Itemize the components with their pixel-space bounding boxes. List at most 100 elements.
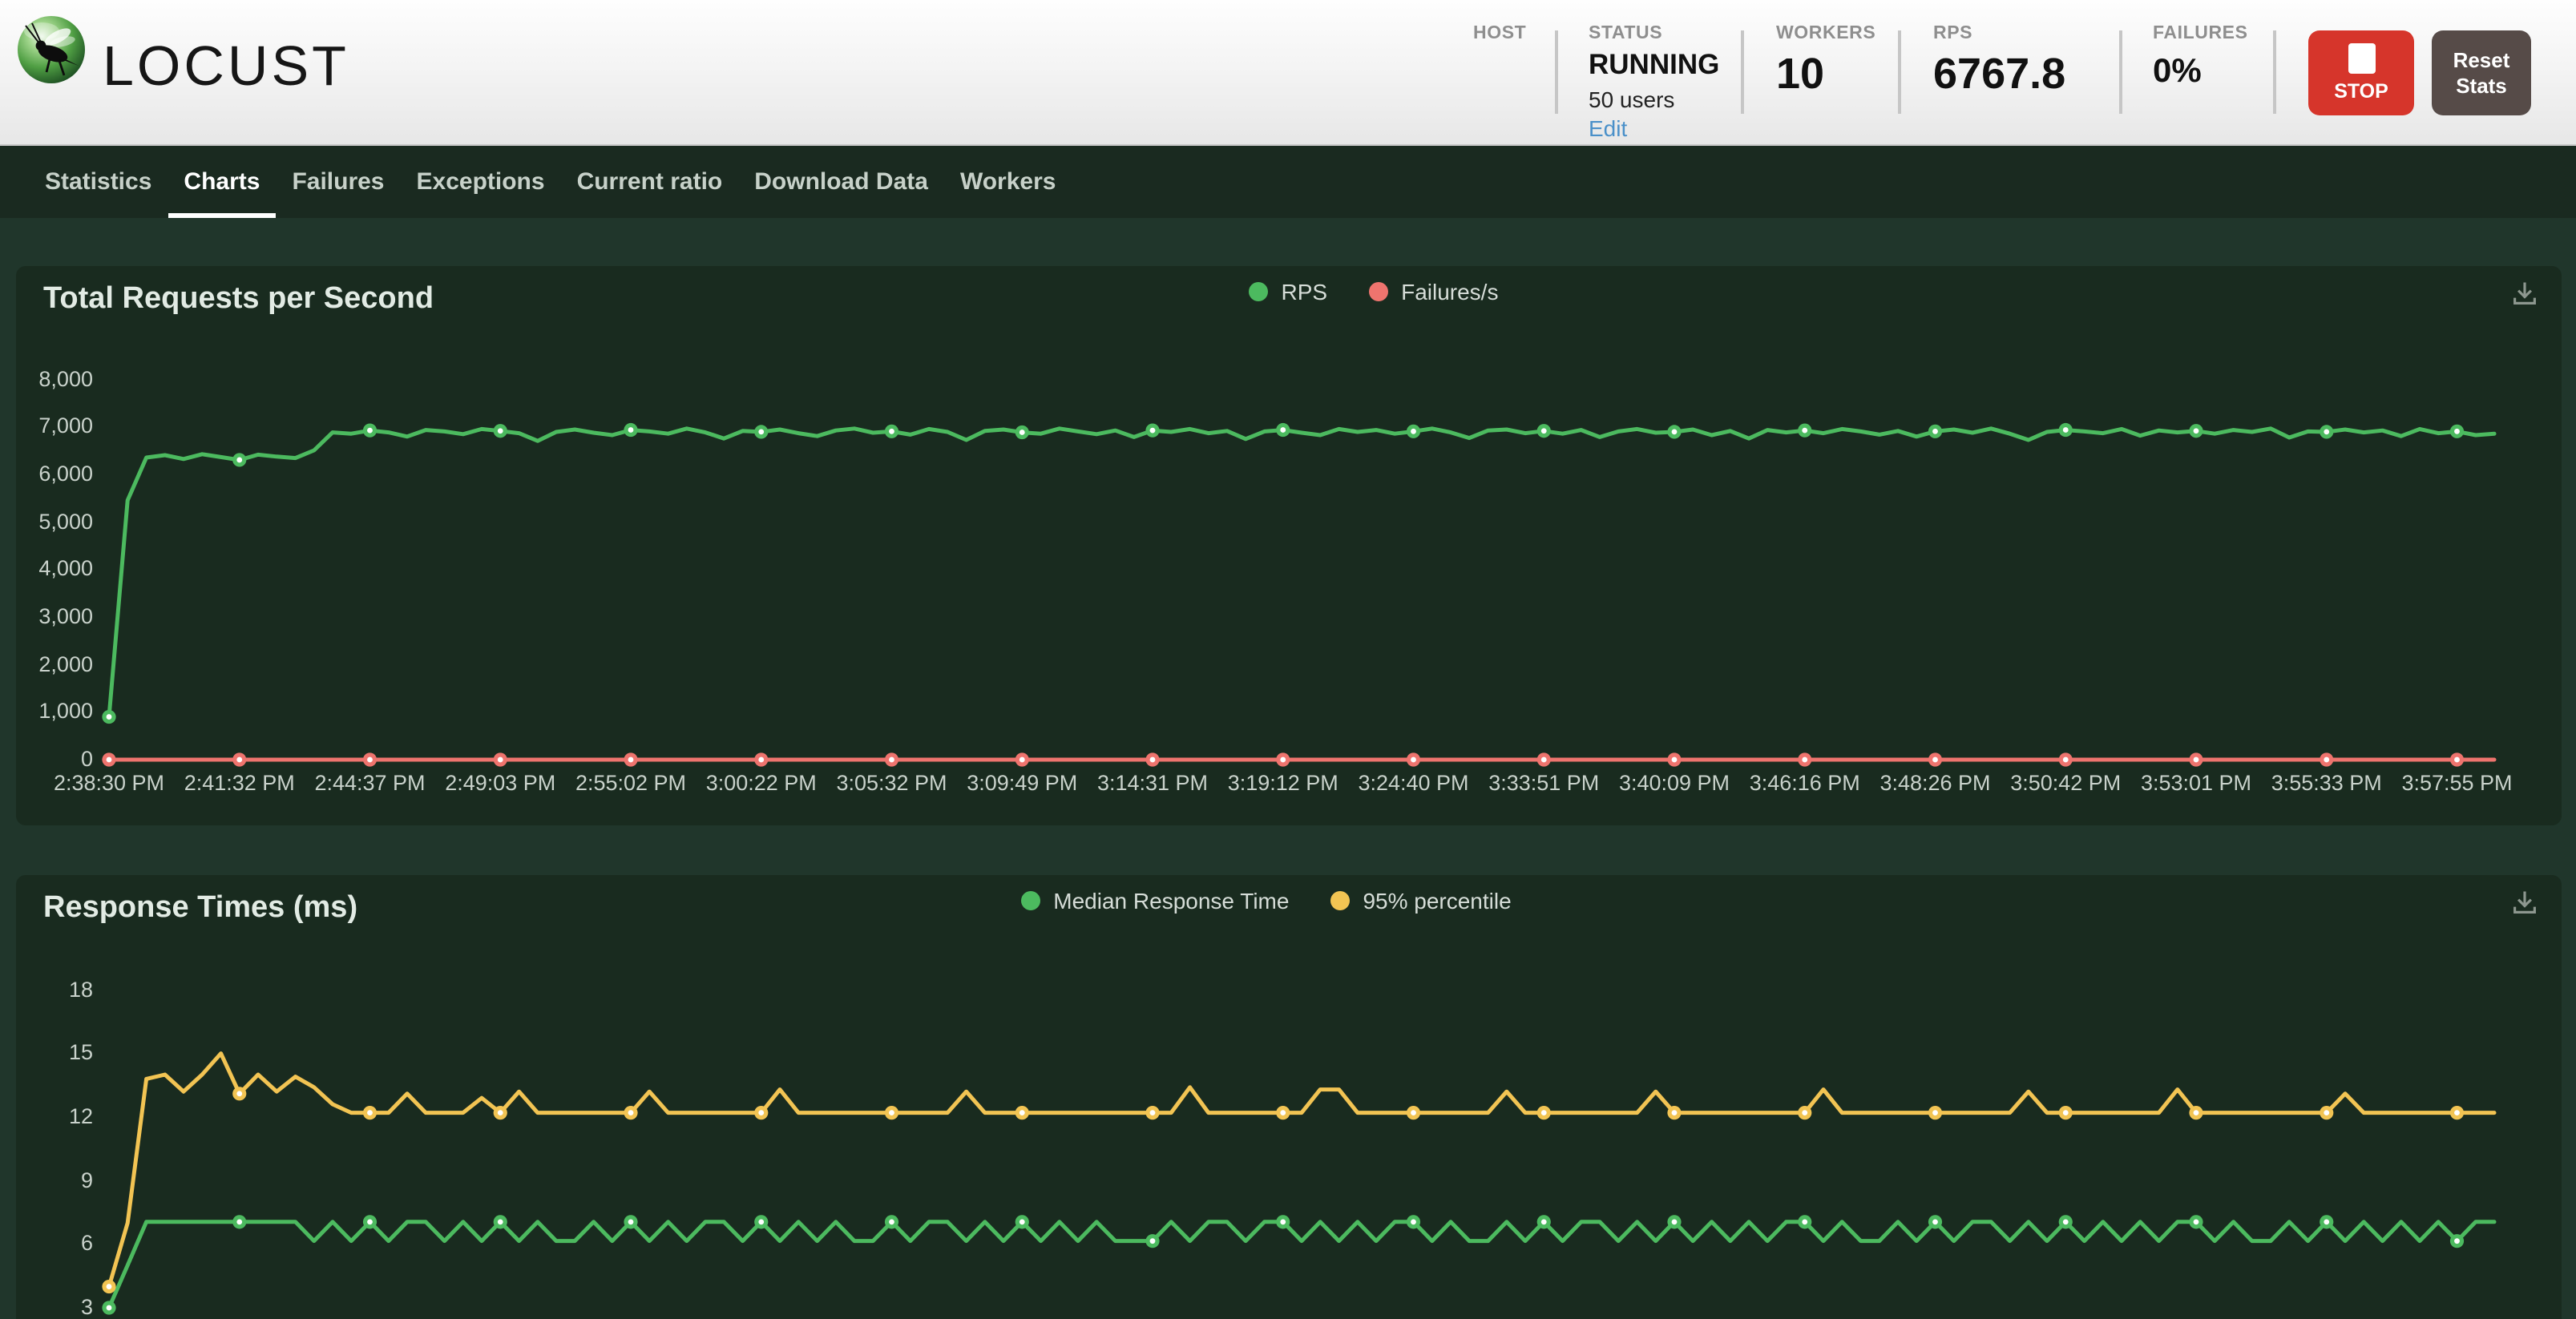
- tab-statistics[interactable]: Statistics: [29, 146, 168, 218]
- data-point-marker-center: [107, 1305, 112, 1311]
- stat-workers: WORKERS 10: [1776, 24, 1875, 99]
- failures-label: FAILURES: [2153, 24, 2248, 43]
- data-point-marker-center: [1932, 757, 1938, 763]
- data-point-marker-center: [1802, 428, 1807, 434]
- data-point-marker-center: [2454, 757, 2460, 763]
- data-point-marker-center: [628, 427, 634, 433]
- data-point-marker-center: [1932, 1219, 1938, 1224]
- data-point-marker-center: [236, 1219, 242, 1224]
- data-point-marker-center: [628, 1110, 634, 1115]
- data-point-marker-center: [2194, 1219, 2199, 1224]
- data-point-marker-center: [1541, 1110, 1547, 1115]
- data-point-marker-center: [498, 428, 503, 434]
- data-point-marker-center: [1150, 428, 1156, 434]
- data-point-marker-center: [1411, 1219, 1416, 1224]
- data-point-marker-center: [498, 1110, 503, 1115]
- tab-charts[interactable]: Charts: [168, 146, 276, 218]
- chart-canvas[interactable]: [16, 875, 2562, 1319]
- data-point-marker-center: [367, 1219, 373, 1224]
- data-point-marker-center: [2063, 1219, 2069, 1224]
- data-point-marker-center: [1150, 757, 1156, 763]
- data-point-marker-center: [1411, 1110, 1416, 1115]
- data-point-marker-center: [236, 1091, 242, 1096]
- chart-card-response-times: Response Times (ms) Median Response Time…: [16, 875, 2562, 1319]
- series-line-median-response-time: [109, 1222, 2494, 1308]
- data-point-marker-center: [1280, 1110, 1286, 1115]
- tab-workers[interactable]: Workers: [944, 146, 1072, 218]
- data-point-marker-center: [1019, 1219, 1025, 1224]
- data-point-marker-center: [889, 429, 894, 434]
- data-point-marker-center: [107, 757, 112, 763]
- stop-button[interactable]: STOP: [2308, 30, 2414, 115]
- edit-users-link[interactable]: Edit: [1589, 115, 1719, 141]
- data-point-marker-center: [889, 1110, 894, 1115]
- data-point-marker-center: [236, 757, 242, 763]
- tab-current-ratio[interactable]: Current ratio: [561, 146, 739, 218]
- data-point-marker-center: [1411, 429, 1416, 434]
- header-divider: [1741, 30, 1744, 114]
- reset-stats-label: Reset Stats: [2453, 48, 2510, 97]
- data-point-marker-center: [367, 428, 373, 434]
- locust-logo-icon: [18, 16, 85, 83]
- data-point-marker-center: [1150, 1238, 1156, 1244]
- series-line-rps: [109, 429, 2494, 717]
- chart-canvas[interactable]: [16, 266, 2562, 825]
- data-point-marker-center: [758, 430, 764, 435]
- data-point-marker-center: [1802, 1110, 1807, 1115]
- failures-value: 0%: [2153, 53, 2248, 91]
- data-point-marker-center: [2454, 429, 2460, 434]
- tab-failures[interactable]: Failures: [276, 146, 400, 218]
- data-point-marker-center: [758, 1219, 764, 1224]
- data-point-marker-center: [1672, 1110, 1678, 1115]
- tab-exceptions[interactable]: Exceptions: [401, 146, 561, 218]
- data-point-marker-center: [367, 757, 373, 763]
- data-point-marker-center: [2063, 427, 2069, 433]
- data-point-marker-center: [1280, 757, 1286, 763]
- data-point-marker-center: [1541, 757, 1547, 763]
- stat-status: STATUS RUNNING 50 users Edit: [1589, 24, 1719, 141]
- stop-icon: [2348, 43, 2375, 74]
- data-point-marker-center: [236, 458, 242, 463]
- data-point-marker-center: [1019, 757, 1025, 763]
- data-point-marker-center: [2194, 1110, 2199, 1115]
- data-point-marker-center: [498, 1219, 503, 1224]
- data-point-marker-center: [1280, 427, 1286, 433]
- tab-download-data[interactable]: Download Data: [738, 146, 944, 218]
- data-point-marker-center: [628, 757, 634, 763]
- locust-web-ui: LOCUST HOST STATUS RUNNING 50 users Edit…: [0, 0, 2576, 1319]
- data-point-marker-center: [2324, 1219, 2329, 1224]
- data-point-marker-center: [1802, 1219, 1807, 1224]
- workers-value: 10: [1776, 50, 1875, 99]
- data-point-marker-center: [1672, 430, 1678, 435]
- status-value: RUNNING: [1589, 48, 1719, 82]
- data-point-marker-center: [1150, 1110, 1156, 1115]
- data-point-marker-center: [2454, 1238, 2460, 1244]
- logo-wordmark: LOCUST: [103, 35, 349, 99]
- data-point-marker-center: [1672, 757, 1678, 763]
- header-divider: [2273, 30, 2276, 114]
- data-point-marker-center: [2194, 757, 2199, 763]
- data-point-marker-center: [758, 1110, 764, 1115]
- main-nav: StatisticsChartsFailuresExceptionsCurren…: [0, 146, 2576, 218]
- data-point-marker-center: [1411, 757, 1416, 763]
- data-point-marker-center: [628, 1219, 634, 1224]
- data-point-marker-center: [2063, 757, 2069, 763]
- stat-host: HOST: [1473, 24, 1526, 43]
- rps-value: 6767.8: [1933, 50, 2065, 99]
- data-point-marker-center: [1932, 1110, 1938, 1115]
- data-point-marker-center: [1932, 429, 1938, 434]
- workers-label: WORKERS: [1776, 24, 1875, 43]
- data-point-marker-center: [2194, 428, 2199, 434]
- data-point-marker-center: [1280, 1219, 1286, 1224]
- data-point-marker-center: [498, 757, 503, 763]
- data-point-marker-center: [2324, 430, 2329, 435]
- data-point-marker-center: [107, 1284, 112, 1289]
- reset-stats-button[interactable]: Reset Stats: [2432, 30, 2531, 115]
- data-point-marker-center: [2063, 1110, 2069, 1115]
- stat-rps: RPS 6767.8: [1933, 24, 2065, 99]
- data-point-marker-center: [1672, 1219, 1678, 1224]
- stat-failures: FAILURES 0%: [2153, 24, 2248, 91]
- series-line-95-percentile: [109, 1054, 2494, 1287]
- data-point-marker-center: [1019, 430, 1025, 435]
- header: LOCUST HOST STATUS RUNNING 50 users Edit…: [0, 0, 2576, 146]
